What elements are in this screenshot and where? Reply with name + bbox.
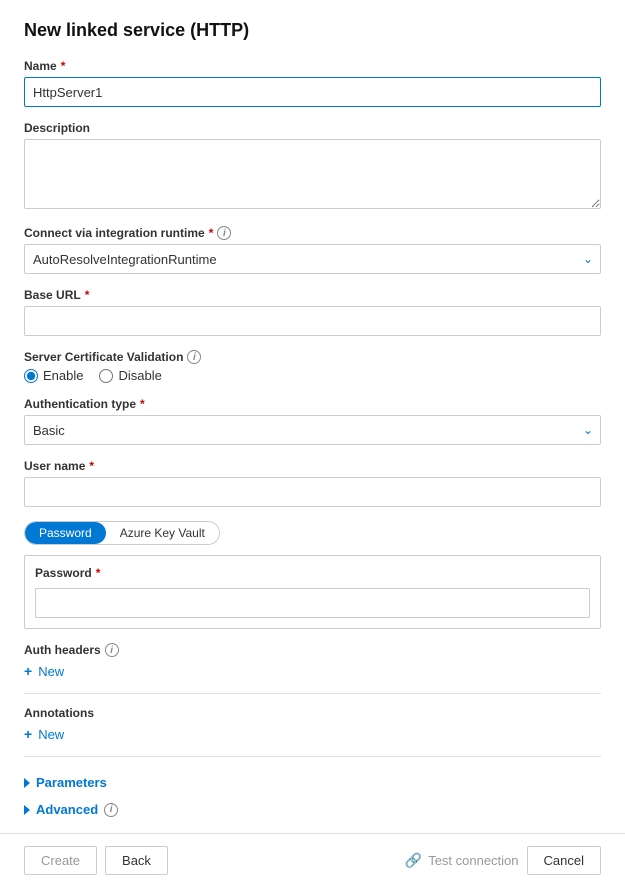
username-field-group: User name *: [24, 459, 601, 507]
test-connection-icon: 🔗: [405, 852, 422, 869]
name-label: Name *: [24, 59, 601, 73]
cert-radio-group: Enable Disable: [24, 368, 601, 383]
base-url-field-group: Base URL *: [24, 288, 601, 336]
cert-info-icon: i: [187, 350, 201, 364]
base-url-input[interactable]: [24, 306, 601, 336]
auth-headers-info-icon: i: [105, 643, 119, 657]
password-input[interactable]: [35, 588, 590, 618]
test-connection-button[interactable]: 🔗 Test connection: [405, 852, 519, 869]
auth-type-required: *: [140, 397, 145, 411]
password-field-group: Password Azure Key Vault Password *: [24, 521, 601, 629]
parameters-collapsible[interactable]: Parameters: [24, 769, 601, 796]
username-required: *: [89, 459, 94, 473]
cert-enable-option[interactable]: Enable: [24, 368, 83, 383]
cert-enable-label: Enable: [43, 368, 83, 383]
auth-type-select-wrapper: Basic ⌄: [24, 415, 601, 445]
parameters-chevron-icon: [24, 778, 30, 788]
footer: Create Back 🔗 Test connection Cancel: [0, 833, 625, 887]
add-annotation-label: New: [38, 727, 64, 742]
test-connection-label: Test connection: [428, 853, 518, 868]
add-auth-header-row[interactable]: + New: [24, 663, 601, 679]
username-label: User name *: [24, 459, 601, 473]
add-auth-header-icon: +: [24, 663, 32, 679]
description-label: Description: [24, 121, 601, 135]
cert-disable-radio[interactable]: [99, 369, 113, 383]
cert-enable-radio[interactable]: [24, 369, 38, 383]
auth-type-select[interactable]: Basic: [24, 415, 601, 445]
runtime-select-wrapper: AutoResolveIntegrationRuntime ⌄: [24, 244, 601, 274]
cert-disable-option[interactable]: Disable: [99, 368, 161, 383]
annotations-field-group: Annotations + New: [24, 706, 601, 742]
auth-type-label: Authentication type *: [24, 397, 601, 411]
create-button[interactable]: Create: [24, 846, 97, 875]
name-input[interactable]: [24, 77, 601, 107]
auth-type-field-group: Authentication type * Basic ⌄: [24, 397, 601, 445]
username-input[interactable]: [24, 477, 601, 507]
password-tab[interactable]: Password: [25, 522, 106, 544]
auth-headers-label: Auth headers i: [24, 643, 601, 657]
name-field-group: Name *: [24, 59, 601, 107]
cancel-button[interactable]: Cancel: [527, 846, 601, 875]
back-button[interactable]: Back: [105, 846, 168, 875]
base-url-label: Base URL *: [24, 288, 601, 302]
annotations-label: Annotations: [24, 706, 601, 720]
cert-disable-label: Disable: [118, 368, 161, 383]
description-field-group: Description: [24, 121, 601, 212]
runtime-info-icon: i: [217, 226, 231, 240]
advanced-label: Advanced: [36, 802, 98, 817]
password-box: Password *: [24, 555, 601, 629]
azure-key-vault-tab[interactable]: Azure Key Vault: [106, 522, 219, 544]
footer-right: 🔗 Test connection Cancel: [405, 846, 601, 875]
base-url-required: *: [85, 288, 90, 302]
advanced-collapsible[interactable]: Advanced i: [24, 796, 601, 823]
advanced-info-icon: i: [104, 803, 118, 817]
description-input[interactable]: [24, 139, 601, 209]
password-required: *: [96, 566, 101, 580]
password-tab-group: Password Azure Key Vault: [24, 521, 220, 545]
cert-label: Server Certificate Validation i: [24, 350, 601, 364]
divider-2: [24, 756, 601, 757]
runtime-label: Connect via integration runtime * i: [24, 226, 601, 240]
add-annotation-icon: +: [24, 726, 32, 742]
cert-field-group: Server Certificate Validation i Enable D…: [24, 350, 601, 383]
runtime-select[interactable]: AutoResolveIntegrationRuntime: [24, 244, 601, 274]
runtime-field-group: Connect via integration runtime * i Auto…: [24, 226, 601, 274]
add-auth-header-label: New: [38, 664, 64, 679]
parameters-label: Parameters: [36, 775, 107, 790]
name-required: *: [61, 59, 66, 73]
advanced-chevron-icon: [24, 805, 30, 815]
divider-1: [24, 693, 601, 694]
footer-left: Create Back: [24, 846, 168, 875]
auth-headers-field-group: Auth headers i + New: [24, 643, 601, 679]
panel-title: New linked service (HTTP): [24, 20, 601, 41]
runtime-required: *: [209, 226, 214, 240]
password-label: Password *: [35, 566, 590, 580]
add-annotation-row[interactable]: + New: [24, 726, 601, 742]
